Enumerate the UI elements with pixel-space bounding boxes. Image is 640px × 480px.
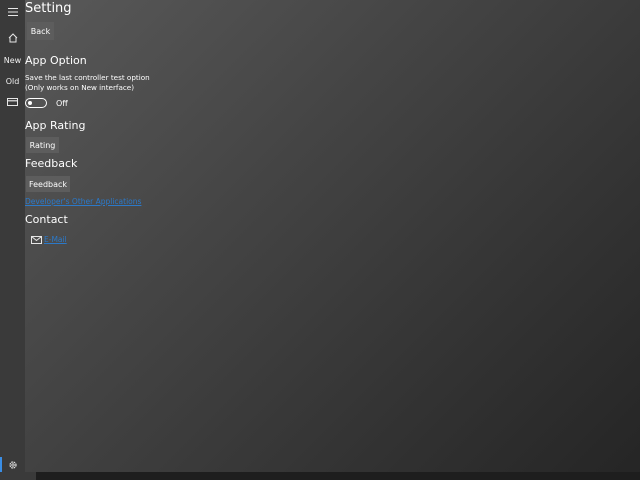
nav-item-new[interactable]: New (0, 50, 25, 70)
nav-item-new-label: New (3, 55, 22, 65)
home-icon (8, 33, 18, 43)
nav-item-card[interactable] (0, 92, 25, 112)
email-link-label: E-Mail (44, 235, 67, 244)
active-nav-indicator (0, 457, 2, 472)
taskbar-strip-left (0, 472, 36, 480)
hamburger-menu-button[interactable] (0, 2, 25, 22)
gear-icon (8, 460, 18, 470)
back-button[interactable]: Back (27, 22, 54, 40)
toggle-state-label: Off (56, 99, 68, 108)
email-link[interactable]: E-Mail (31, 235, 67, 244)
developer-apps-link[interactable]: Developer's Other Applications (25, 197, 141, 206)
app-rating-heading: App Rating (25, 119, 86, 132)
taskbar-strip (0, 472, 640, 480)
save-controller-option-toggle[interactable] (25, 98, 47, 108)
nav-item-home[interactable] (0, 28, 25, 48)
nav-rail: New Old (0, 0, 25, 480)
nav-item-old[interactable]: Old (0, 71, 25, 91)
card-icon (7, 98, 18, 106)
app-option-description-line1: Save the last controller test option (25, 73, 150, 82)
page-title: Setting (25, 1, 72, 16)
hamburger-icon (7, 8, 18, 16)
rating-button[interactable]: Rating (26, 137, 59, 153)
mail-icon (31, 235, 44, 244)
contact-heading: Contact (25, 213, 68, 226)
app-option-description-line2: (Only works on New interface) (25, 83, 135, 92)
feedback-button[interactable]: Feedback (26, 176, 70, 192)
nav-item-old-label: Old (5, 76, 20, 86)
toggle-knob (28, 101, 32, 105)
app-option-heading: App Option (25, 54, 87, 67)
feedback-heading: Feedback (25, 157, 78, 170)
